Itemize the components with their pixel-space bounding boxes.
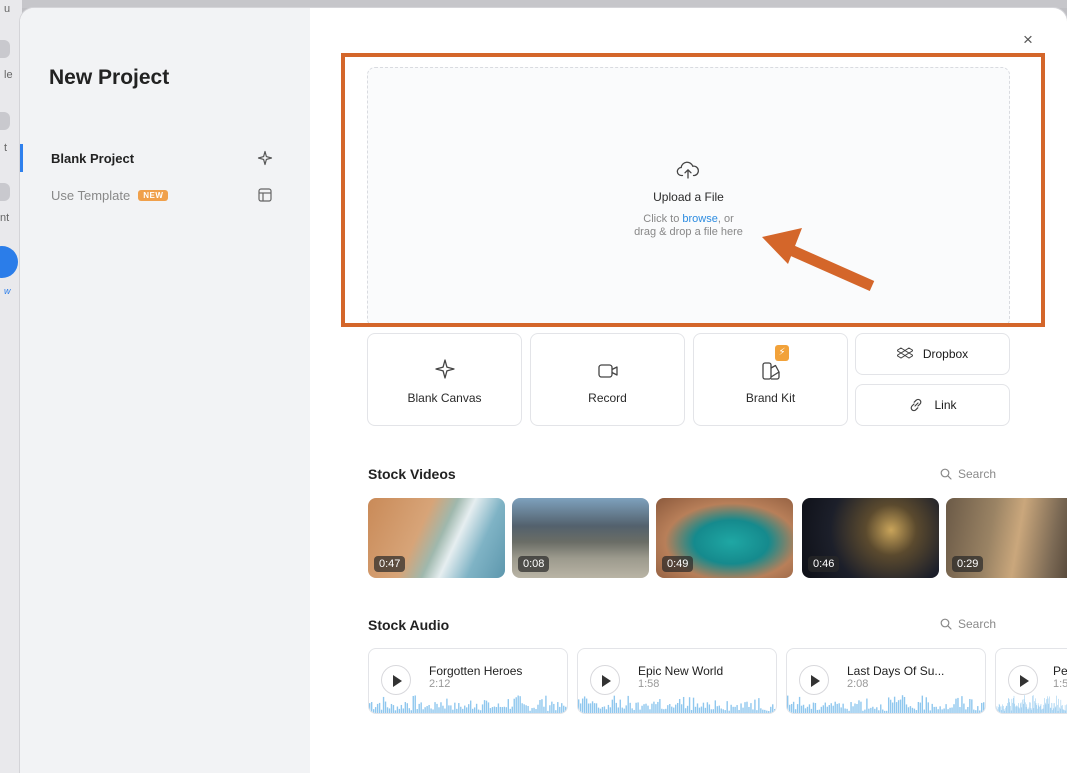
background-text: w bbox=[4, 286, 11, 296]
stock-video-thumbnail[interactable]: 0:47 bbox=[368, 498, 505, 578]
stock-video-thumbnail[interactable]: 0:08 bbox=[512, 498, 649, 578]
link-button[interactable]: Link bbox=[855, 384, 1010, 426]
play-icon[interactable] bbox=[1008, 665, 1038, 695]
stock-video-thumbnail[interactable]: 0:46 bbox=[802, 498, 939, 578]
dialog-title: New Project bbox=[49, 66, 170, 89]
stock-audio-heading: Stock Audio bbox=[368, 617, 450, 633]
audio-duration: 2:12 bbox=[429, 678, 451, 690]
waveform bbox=[578, 695, 776, 713]
audio-duration: 1:58 bbox=[638, 678, 660, 690]
play-icon[interactable] bbox=[799, 665, 829, 695]
browse-link[interactable]: browse bbox=[682, 213, 717, 225]
premium-bolt-badge: ⚡ bbox=[775, 345, 789, 361]
video-duration: 0:46 bbox=[808, 556, 840, 572]
record-button[interactable]: Record bbox=[530, 333, 685, 426]
new-badge: NEW bbox=[138, 189, 169, 201]
background-icon bbox=[0, 112, 10, 130]
brand-kit-label: Brand Kit bbox=[745, 391, 796, 405]
stock-audio-item[interactable]: Pe 1:5 bbox=[995, 648, 1067, 714]
sidebar-item-label: Use Template bbox=[51, 187, 131, 203]
search-label: Search bbox=[958, 467, 997, 481]
blank-canvas-label: Blank Canvas bbox=[407, 391, 482, 405]
audio-duration: 2:08 bbox=[847, 678, 869, 690]
audio-title: Last Days Of Su... bbox=[847, 664, 945, 678]
background-text: t bbox=[4, 142, 8, 154]
link-label: Link bbox=[934, 398, 957, 412]
background-app-sidebar: u le t nt w bbox=[0, 0, 22, 773]
brand-kit-button[interactable]: Brand Kit bbox=[693, 333, 848, 426]
audio-title: Epic New World bbox=[638, 664, 724, 678]
upload-title: Upload a File bbox=[653, 190, 724, 204]
record-label: Record bbox=[588, 391, 627, 405]
upload-drag-hint: drag & drop a file here bbox=[634, 226, 743, 238]
video-camera-icon bbox=[597, 364, 618, 378]
stock-video-thumbnail[interactable]: 0:29 bbox=[946, 498, 1067, 578]
sparkle-icon bbox=[257, 150, 273, 166]
play-icon[interactable] bbox=[590, 665, 620, 695]
search-icon bbox=[940, 618, 952, 630]
upload-instructions: Click to browse, or bbox=[368, 213, 1009, 225]
search-label: Search bbox=[958, 617, 997, 631]
stock-video-thumbnail[interactable]: 0:49 bbox=[656, 498, 793, 578]
new-project-dialog: New Project Blank Project Use Template N… bbox=[20, 8, 1067, 773]
stock-videos-search[interactable]: Search bbox=[940, 467, 996, 481]
waveform bbox=[996, 695, 1067, 713]
dialog-sidebar: New Project Blank Project Use Template N… bbox=[20, 8, 310, 773]
video-duration: 0:47 bbox=[374, 556, 406, 572]
close-button[interactable]: × bbox=[1023, 30, 1033, 50]
stock-audio-search[interactable]: Search bbox=[940, 617, 996, 631]
stock-audio-item[interactable]: Forgotten Heroes 2:12 bbox=[368, 648, 568, 714]
audio-title: Forgotten Heroes bbox=[429, 664, 523, 678]
background-text: nt bbox=[0, 212, 10, 224]
link-icon bbox=[911, 398, 922, 412]
video-duration: 0:08 bbox=[518, 556, 550, 572]
play-icon[interactable] bbox=[381, 665, 411, 695]
upload-instructions-prefix: Click to bbox=[643, 213, 683, 225]
cloud-upload-icon bbox=[676, 161, 700, 179]
background-avatar bbox=[0, 246, 18, 278]
waveform bbox=[369, 695, 567, 713]
stock-audio-item[interactable]: Epic New World 1:58 bbox=[577, 648, 777, 714]
background-text: u bbox=[4, 3, 11, 15]
background-icon bbox=[0, 183, 10, 201]
upload-instructions-suffix: , or bbox=[717, 213, 734, 225]
waveform bbox=[787, 695, 985, 713]
dropbox-label: Dropbox bbox=[922, 347, 969, 361]
sidebar-item-use-template[interactable]: Use Template NEW bbox=[20, 181, 310, 209]
background-text: le bbox=[4, 69, 13, 81]
background-icon bbox=[0, 40, 10, 58]
layout-icon bbox=[258, 188, 272, 202]
blank-canvas-button[interactable]: Blank Canvas bbox=[367, 333, 522, 426]
upload-dropzone[interactable]: Upload a File Click to browse, or drag &… bbox=[367, 67, 1010, 327]
sparkle-icon bbox=[434, 359, 455, 379]
dropbox-icon bbox=[896, 347, 913, 359]
palette-icon bbox=[761, 362, 780, 380]
sidebar-item-label: Blank Project bbox=[51, 150, 135, 166]
dropbox-button[interactable]: Dropbox bbox=[855, 333, 1010, 375]
video-duration: 0:29 bbox=[952, 556, 984, 572]
video-duration: 0:49 bbox=[662, 556, 694, 572]
stock-videos-heading: Stock Videos bbox=[368, 466, 456, 482]
audio-duration: 1:5 bbox=[1053, 678, 1067, 690]
search-icon bbox=[940, 468, 952, 480]
background-app-topbar bbox=[0, 0, 1067, 8]
sidebar-item-blank-project[interactable]: Blank Project bbox=[20, 144, 310, 172]
audio-title: Pe bbox=[1053, 664, 1067, 678]
stock-audio-item[interactable]: Last Days Of Su... 2:08 bbox=[786, 648, 986, 714]
